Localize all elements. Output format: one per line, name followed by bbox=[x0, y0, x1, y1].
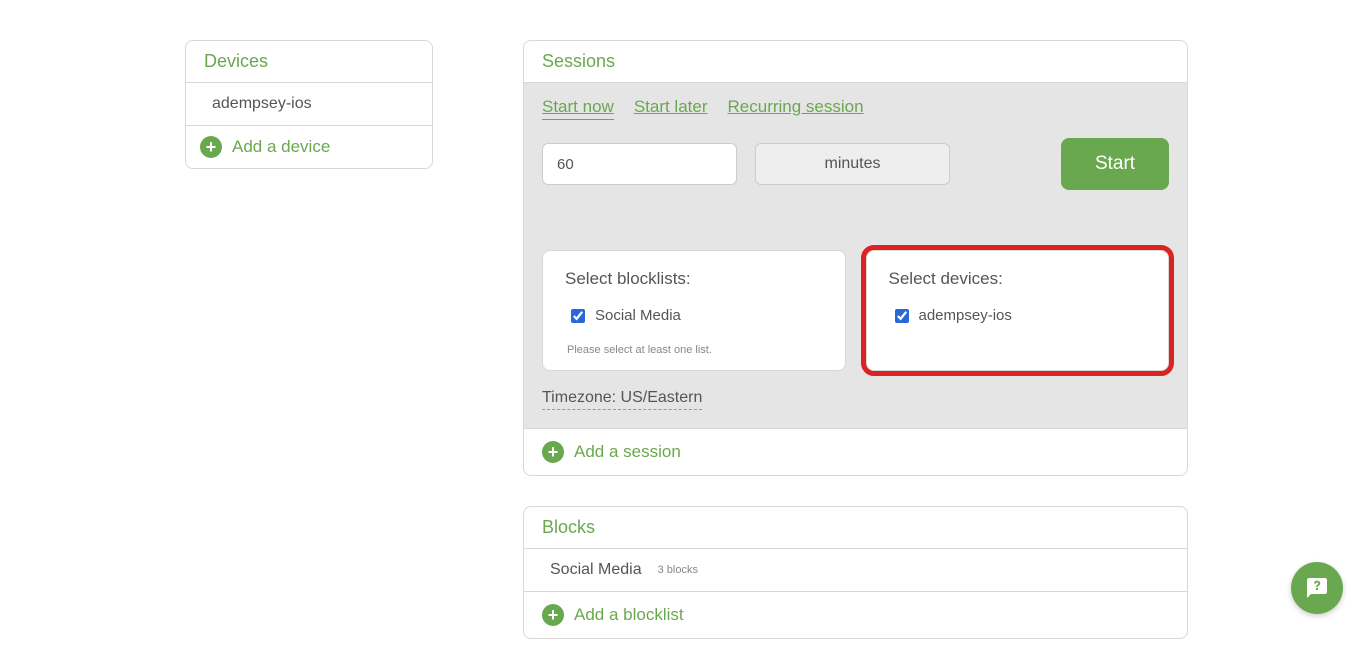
duration-input[interactable] bbox=[542, 143, 737, 185]
session-controls: minutes Start bbox=[542, 138, 1169, 190]
device-row[interactable]: adempsey-ios bbox=[186, 83, 432, 126]
help-icon bbox=[1305, 576, 1329, 600]
sessions-panel: Sessions Start now Start later Recurring… bbox=[523, 40, 1188, 476]
tab-start-now[interactable]: Start now bbox=[542, 97, 614, 120]
block-count: 3 blocks bbox=[658, 564, 698, 576]
add-device-button[interactable]: + Add a device bbox=[186, 126, 432, 168]
devices-header: Devices bbox=[186, 41, 432, 83]
tab-start-later[interactable]: Start later bbox=[634, 97, 708, 120]
add-session-button[interactable]: + Add a session bbox=[524, 429, 1187, 475]
blocklist-hint: Please select at least one list. bbox=[567, 344, 823, 356]
select-blocklists-title: Select blocklists: bbox=[565, 269, 823, 289]
select-panels: Select blocklists: Social Media Please s… bbox=[542, 250, 1169, 371]
add-blocklist-label: Add a blocklist bbox=[574, 605, 684, 625]
plus-icon: + bbox=[200, 136, 222, 158]
blocklist-item[interactable]: Social Media bbox=[571, 307, 823, 324]
blocklist-checkbox[interactable] bbox=[571, 309, 585, 323]
plus-icon: + bbox=[542, 604, 564, 626]
session-tabs: Start now Start later Recurring session bbox=[542, 97, 1169, 120]
block-row[interactable]: Social Media 3 blocks bbox=[524, 549, 1187, 592]
device-name: adempsey-ios bbox=[212, 95, 312, 113]
start-button[interactable]: Start bbox=[1061, 138, 1169, 190]
device-checkbox[interactable] bbox=[895, 309, 909, 323]
timezone-link[interactable]: Timezone: US/Eastern bbox=[542, 389, 702, 410]
add-session-label: Add a session bbox=[574, 442, 681, 462]
blocks-header: Blocks bbox=[524, 507, 1187, 549]
sessions-header: Sessions bbox=[524, 41, 1187, 83]
device-select-item[interactable]: adempsey-ios bbox=[895, 307, 1147, 324]
devices-panel: Devices adempsey-ios + Add a device bbox=[185, 40, 433, 169]
add-blocklist-button[interactable]: + Add a blocklist bbox=[524, 592, 1187, 638]
select-devices-title: Select devices: bbox=[889, 269, 1147, 289]
plus-icon: + bbox=[542, 441, 564, 463]
select-devices-box: Select devices: adempsey-ios bbox=[866, 250, 1170, 371]
blocklist-label: Social Media bbox=[595, 307, 681, 324]
help-button[interactable] bbox=[1291, 562, 1343, 614]
blocks-panel: Blocks Social Media 3 blocks + Add a blo… bbox=[523, 506, 1188, 639]
tab-recurring[interactable]: Recurring session bbox=[728, 97, 864, 120]
unit-select[interactable]: minutes bbox=[755, 143, 950, 185]
sessions-body: Start now Start later Recurring session … bbox=[524, 83, 1187, 429]
device-select-label: adempsey-ios bbox=[919, 307, 1012, 324]
block-name: Social Media bbox=[550, 561, 642, 579]
select-blocklists-box: Select blocklists: Social Media Please s… bbox=[542, 250, 846, 371]
add-device-label: Add a device bbox=[232, 137, 330, 157]
